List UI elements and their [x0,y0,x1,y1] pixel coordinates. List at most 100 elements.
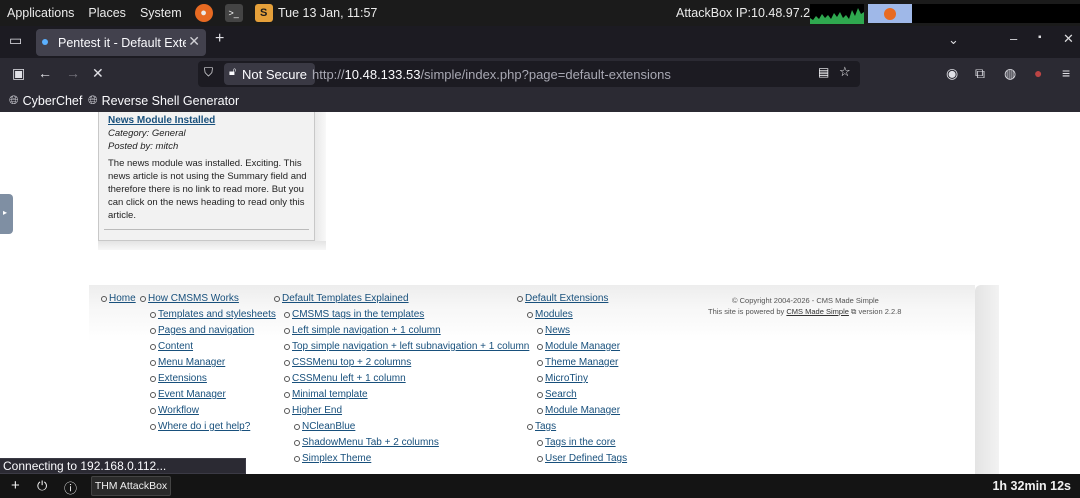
footer-link[interactable]: Left simple navigation + 1 column [284,325,441,336]
network-graph-icon [810,8,864,24]
footer-link[interactable]: Default Templates Explained [274,293,409,304]
globe-icon: 🌐︎ [9,93,19,107]
bookmark-cyberchef[interactable]: 🌐︎ CyberChef [9,93,82,108]
insecure-lock-icon: 🔓︎ [229,66,237,78]
terminal-launcher-icon[interactable]: >_ [224,4,243,22]
powered-by-prefix: This site is powered by [708,307,785,316]
footer-copyright: © Copyright 2004-2026 - CMS Made Simple [732,296,879,305]
page-margin-right [999,112,1080,474]
footer-link[interactable]: Default Extensions [516,293,608,304]
minimize-icon[interactable]: – [1010,31,1017,46]
footer-link[interactable]: Tags [526,421,556,432]
footer-link-home[interactable]: Home [101,293,136,304]
news-category: Category: General [108,128,186,139]
footer-link[interactable]: News [536,325,570,336]
forward-icon[interactable]: → [66,65,80,81]
footer-edge [975,285,999,474]
news-body: The news module was installed. Exciting.… [108,158,307,221]
reader-view-icon[interactable]: ▤ [818,65,829,79]
news-author: Posted by: mitch [108,141,179,152]
system-clock[interactable]: Tue 13 Jan, 11:57 [278,6,377,20]
url-host: 10.48.133.53 [344,67,421,82]
tab-list-icon[interactable]: ▭ [9,32,22,49]
side-panel-handle[interactable]: ▸ [0,194,13,234]
info-icon[interactable]: ⓘ [64,478,77,497]
close-window-icon[interactable]: ✕ [1063,31,1074,47]
url-path: /simple/index.php?page=default-extension… [420,67,671,82]
footer-link[interactable]: CMSMS tags in the templates [283,309,424,320]
maximize-icon[interactable]: ▪ [1038,32,1042,43]
close-tab-icon[interactable]: ✕ [188,33,200,50]
sidebar-icon[interactable]: ▣ [12,65,25,82]
taskbar-slot [912,4,1062,23]
security-indicator[interactable]: 🔓︎ Not Secure [224,63,316,85]
menu-places[interactable]: Places [81,6,133,20]
footer-link[interactable]: Modules [527,309,573,320]
url-text[interactable]: http://10.48.133.53/simple/index.php?pag… [312,67,671,82]
footer-link[interactable]: Workflow [150,405,199,416]
footer-link[interactable]: Pages and navigation [149,325,254,336]
tab-dropdown-icon[interactable]: ⌄ [948,32,959,48]
news-shadow-bottom [98,241,326,250]
footer-link[interactable]: Menu Manager [149,357,225,368]
footer-link[interactable]: Top simple navigation + left subnavigati… [283,341,529,352]
footer-link[interactable]: How CMSMS Works [140,293,239,304]
footer-link[interactable]: CSSMenu top + 2 columns [283,357,411,368]
page-margin-left [0,112,89,474]
shield-icon[interactable]: ⛉ [204,65,213,80]
firefox-launcher-icon[interactable]: ● [194,4,213,22]
news-title-link[interactable]: News Module Installed [108,114,310,127]
footer-link[interactable]: Simplex Theme [293,453,371,464]
footer-link[interactable]: Module Manager [536,341,620,352]
status-bar: Connecting to 192.168.0.112... [0,458,246,474]
bookmark-label: Reverse Shell Generator [101,93,240,108]
url-prefix: http:// [312,67,345,82]
power-icon[interactable]: ⏻ [37,478,47,494]
bookmark-star-icon[interactable]: ☆ [839,64,851,80]
loading-icon [42,39,48,45]
footer-link[interactable]: Where do i get help? [149,421,250,432]
foxyproxy-icon[interactable]: ◍ [1004,65,1016,82]
footer-link[interactable]: Tags in the core [537,437,616,448]
chevron-right-icon: ▸ [3,208,8,217]
footer-link[interactable]: Templates and stylesheets [150,309,276,320]
footer-link[interactable]: ShadowMenu Tab + 2 columns [294,437,439,448]
add-icon[interactable]: + [11,477,20,494]
menu-icon[interactable]: ≡ [1062,65,1070,81]
footer-link[interactable]: Theme Manager [536,357,618,368]
attackbox-button[interactable]: THM AttackBox [91,476,171,496]
footer-link[interactable]: Minimal template [284,389,368,400]
sublime-launcher-icon[interactable]: S [254,4,273,22]
footer-link[interactable]: User Defined Tags [536,453,627,464]
news-divider [104,229,309,230]
page-viewport: News Module Installed Category: General … [0,112,1080,474]
bookmark-reverse-shell[interactable]: 🌐︎ Reverse Shell Generator [88,93,239,108]
new-tab-icon[interactable]: + [215,30,224,48]
addon-icon[interactable]: ● [1034,65,1042,81]
account-icon[interactable]: ◉ [946,65,958,82]
tab-bar: ▭ Pentest it - Default Extens ✕ + ⌄ – ▪ … [0,26,1080,58]
footer-link[interactable]: Content [149,341,193,352]
system-top-bar: Applications Places System ● >_ S Tue 13… [0,0,1080,26]
footer-link[interactable]: CSSMenu left + 1 column [284,373,406,384]
menu-system[interactable]: System [133,6,189,20]
navigation-bar: ▣ ← → ✕ ⛉ 🔓︎ Not Secure http://10.48.133… [0,58,1080,90]
footer-link[interactable]: MicroTiny [537,373,588,384]
footer-link[interactable]: Extensions [150,373,207,384]
address-bar[interactable]: ⛉ 🔓︎ Not Secure http://10.48.133.53/simp… [198,61,860,87]
powered-by-version: version 2.2.8 [858,307,902,316]
back-icon[interactable]: ← [38,65,52,81]
stop-loading-icon[interactable]: ✕ [92,65,104,82]
tab-active[interactable]: Pentest it - Default Extens ✕ [36,29,206,56]
extensions-icon[interactable]: ⧉ [975,65,985,82]
footer-link[interactable]: Search [537,389,577,400]
footer-link[interactable]: Higher End [283,405,342,416]
footer-link[interactable]: Event Manager [150,389,226,400]
menu-applications[interactable]: Applications [0,6,81,20]
bookmark-label: CyberChef [22,93,83,108]
taskbar-slot-2 [1062,4,1080,23]
cmsms-link[interactable]: CMS Made Simple [786,307,849,316]
firefox-window-indicator[interactable] [868,4,912,23]
footer-link[interactable]: Module Manager [536,405,620,416]
footer-link[interactable]: NCleanBlue [293,421,355,432]
